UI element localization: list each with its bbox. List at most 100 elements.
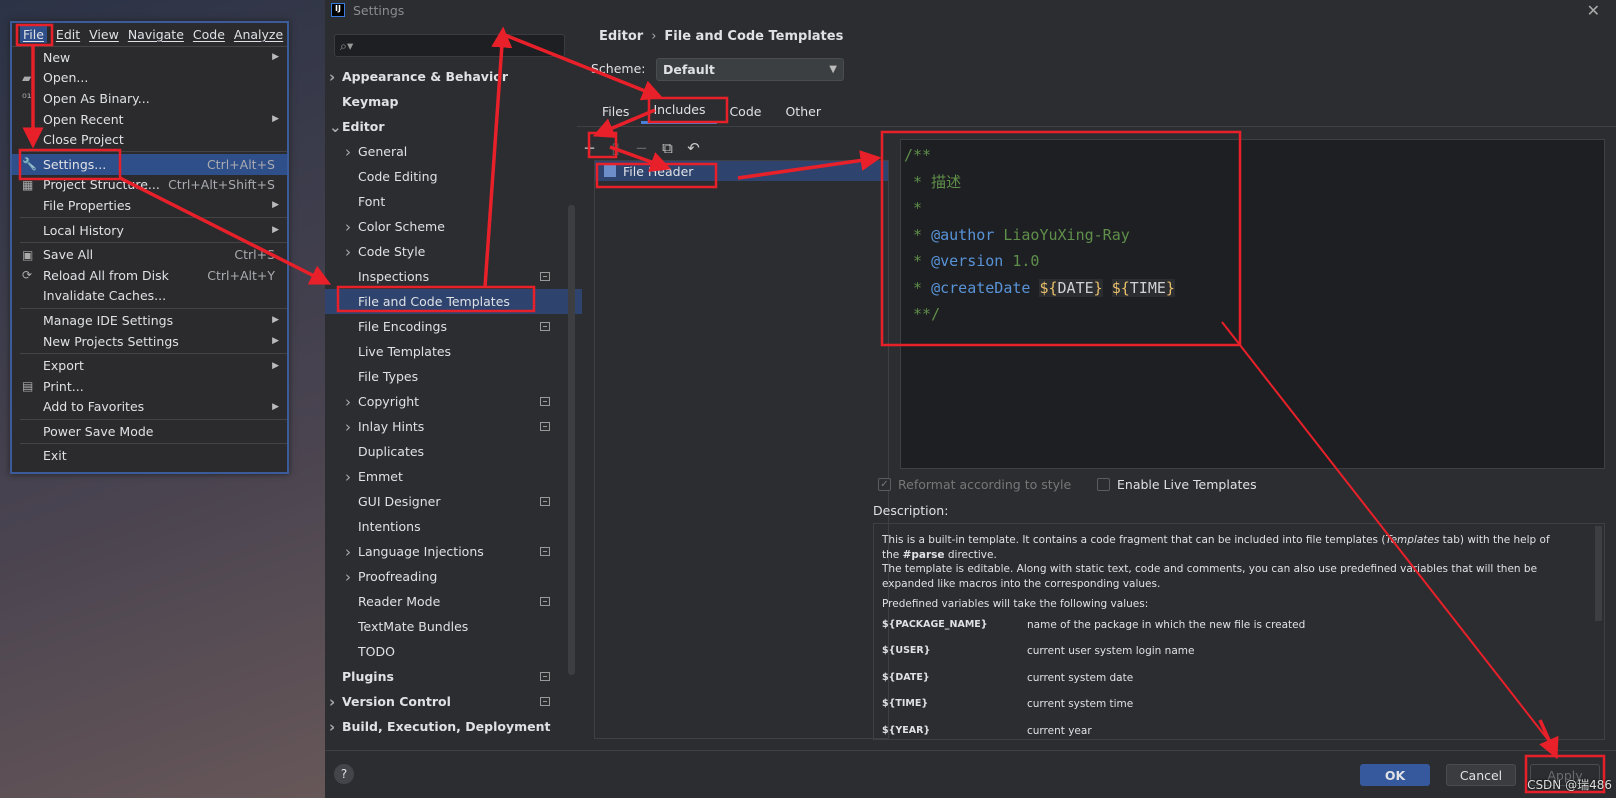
- variable-description: current year: [1027, 724, 1092, 737]
- scheme-label: Scheme:: [591, 61, 646, 76]
- ok-button[interactable]: OK: [1360, 764, 1430, 786]
- tree-item-label: Version Control: [342, 694, 451, 709]
- tree-item-label: Appearance & Behavior: [342, 69, 508, 84]
- scheme-dropdown[interactable]: Default ▼: [656, 58, 844, 81]
- menubar-edit[interactable]: Edit: [56, 27, 80, 42]
- tree-item-build-execution-deployment[interactable]: › Build, Execution, Deployment: [325, 714, 582, 739]
- tree-item-reader-mode[interactable]: Reader Mode: [325, 589, 582, 614]
- menu-item-exit[interactable]: Exit: [12, 446, 287, 467]
- tree-item-label: Inspections: [358, 269, 430, 284]
- description-scrollbar[interactable]: [1595, 526, 1602, 621]
- settings-search-input[interactable]: ⌕▾: [334, 34, 565, 57]
- menu-item-label: Local History: [43, 222, 124, 238]
- live-templates-checkbox[interactable]: Enable Live Templates: [1097, 477, 1257, 492]
- menu-item-print[interactable]: ▤ Print...: [12, 376, 287, 397]
- tree-item-languages-frameworks[interactable]: ›Languages & Frameworks: [325, 739, 582, 745]
- menu-item-reload-all-from-disk[interactable]: ⟳ Reload All from Disk Ctrl+Alt+Y: [12, 265, 287, 286]
- tree-item-emmet[interactable]: › Emmet: [325, 464, 582, 489]
- menu-item-power-save-mode[interactable]: Power Save Mode: [12, 421, 287, 442]
- tree-item-textmate-bundles[interactable]: TextMate Bundles: [325, 614, 582, 639]
- menu-item-export[interactable]: Export ▶: [12, 355, 287, 376]
- tree-item-label: Editor: [342, 119, 385, 134]
- chevron-right-icon[interactable]: ›: [345, 393, 351, 411]
- submenu-arrow-icon: ▶: [272, 200, 279, 211]
- tree-item-plugins[interactable]: Plugins: [325, 664, 582, 689]
- menu-item-open-recent[interactable]: Open Recent ▶: [12, 109, 287, 130]
- menu-item-close-project[interactable]: Close Project: [12, 129, 287, 150]
- javadoc-tag: @author: [931, 225, 995, 244]
- menu-item-project-structure[interactable]: ▦ Project Structure... Ctrl+Alt+Shift+S: [12, 175, 287, 196]
- menu-item-file-properties[interactable]: File Properties ▶: [12, 195, 287, 216]
- menubar-analyze[interactable]: Analyze: [234, 27, 283, 42]
- menubar-navigate[interactable]: Navigate: [128, 27, 184, 42]
- tree-item-inspections[interactable]: Inspections: [325, 264, 582, 289]
- menu-item-invalidate-caches[interactable]: Invalidate Caches...: [12, 286, 287, 307]
- tree-item-color-scheme[interactable]: › Color Scheme: [325, 214, 582, 239]
- menubar-view[interactable]: View: [89, 27, 119, 42]
- tree-item-intentions[interactable]: Intentions: [325, 514, 582, 539]
- menubar-code[interactable]: Code: [193, 27, 225, 42]
- reformat-checkbox[interactable]: ✓ Reformat according to style: [878, 477, 1071, 492]
- chevron-right-icon[interactable]: ›: [345, 568, 351, 586]
- tree-item-todo[interactable]: TODO: [325, 639, 582, 664]
- menu-item-settings[interactable]: 🔧 Settings... Ctrl+Alt+S: [12, 153, 287, 175]
- menu-item-local-history[interactable]: Local History ▶: [12, 220, 287, 241]
- chevron-right-icon[interactable]: ›: [329, 718, 335, 736]
- menu-item-open-as-binary[interactable]: ⁰¹ Open As Binary...: [12, 88, 287, 109]
- menu-item-open[interactable]: ▰ Open...: [12, 68, 287, 89]
- tree-item-file-and-code-templates[interactable]: File and Code Templates: [325, 289, 582, 314]
- remove-icon[interactable]: −: [633, 139, 650, 157]
- tree-item-code-style[interactable]: › Code Style: [325, 239, 582, 264]
- add-icon[interactable]: +: [581, 139, 598, 157]
- chevron-down-icon[interactable]: ⌄: [329, 118, 342, 136]
- tree-item-duplicates[interactable]: Duplicates: [325, 439, 582, 464]
- tree-item-code-editing[interactable]: Code Editing: [325, 164, 582, 189]
- add-child-icon[interactable]: ▯: [607, 139, 624, 157]
- tab-files[interactable]: Files: [590, 98, 641, 124]
- menu-item-save-all[interactable]: ▣ Save All Ctrl+S: [12, 244, 287, 265]
- tree-item-copyright[interactable]: › Copyright: [325, 389, 582, 414]
- breadcrumb-editor[interactable]: Editor: [599, 29, 643, 44]
- menu-item-new[interactable]: New ▶: [12, 47, 287, 68]
- chevron-right-icon[interactable]: ›: [345, 143, 351, 161]
- tree-scrollbar[interactable]: [568, 205, 575, 675]
- chevron-right-icon[interactable]: ›: [329, 693, 335, 711]
- tree-item-font[interactable]: Font: [325, 189, 582, 214]
- tree-item-live-templates[interactable]: Live Templates: [325, 339, 582, 364]
- template-toolbar: + ▯ − ⧉ ↶: [581, 139, 702, 157]
- copy-icon[interactable]: ⧉: [659, 139, 676, 157]
- chevron-right-icon[interactable]: ›: [345, 243, 351, 261]
- chevron-right-icon[interactable]: ›: [345, 218, 351, 236]
- tree-item-file-encodings[interactable]: File Encodings: [325, 314, 582, 339]
- tree-item-file-types[interactable]: File Types: [325, 364, 582, 389]
- reset-icon[interactable]: ↶: [685, 139, 702, 157]
- menu-item-add-to-favorites[interactable]: Add to Favorites ▶: [12, 397, 287, 418]
- menubar-file[interactable]: File: [20, 26, 47, 43]
- tree-item-general[interactable]: › General: [325, 139, 582, 164]
- checkbox-unchecked-icon: [1097, 478, 1110, 491]
- menu-item-new-projects-settings[interactable]: New Projects Settings ▶: [12, 331, 287, 352]
- template-code-editor[interactable]: /** * 描述 * * @author LiaoYuXing-Ray * @v…: [900, 139, 1605, 469]
- list-item-file-header[interactable]: File Header: [595, 161, 888, 181]
- tree-item-inlay-hints[interactable]: › Inlay Hints: [325, 414, 582, 439]
- variable-name: ${USER}: [882, 645, 931, 656]
- tree-item-proofreading[interactable]: › Proofreading: [325, 564, 582, 589]
- close-icon[interactable]: ✕: [1587, 1, 1600, 20]
- cancel-button[interactable]: Cancel: [1446, 764, 1516, 786]
- tree-item-keymap[interactable]: Keymap: [325, 89, 582, 114]
- tab-includes[interactable]: Includes: [641, 98, 718, 124]
- tree-item-version-control[interactable]: › Version Control: [325, 689, 582, 714]
- chevron-right-icon[interactable]: ›: [329, 68, 335, 86]
- chevron-right-icon[interactable]: ›: [345, 543, 351, 561]
- chevron-right-icon[interactable]: ›: [345, 468, 351, 486]
- tab-other[interactable]: Other: [773, 98, 833, 124]
- tree-item-language-injections[interactable]: › Language Injections: [325, 539, 582, 564]
- help-button[interactable]: ?: [334, 764, 354, 784]
- chevron-right-icon[interactable]: ›: [329, 743, 335, 745]
- tree-item-gui-designer[interactable]: GUI Designer: [325, 489, 582, 514]
- tab-code[interactable]: Code: [717, 98, 773, 124]
- chevron-right-icon[interactable]: ›: [345, 418, 351, 436]
- tree-item-editor[interactable]: ⌄ Editor: [325, 114, 582, 139]
- tree-item-appearance-behavior[interactable]: › Appearance & Behavior: [325, 64, 582, 89]
- menu-item-manage-ide-settings[interactable]: Manage IDE Settings ▶: [12, 310, 287, 331]
